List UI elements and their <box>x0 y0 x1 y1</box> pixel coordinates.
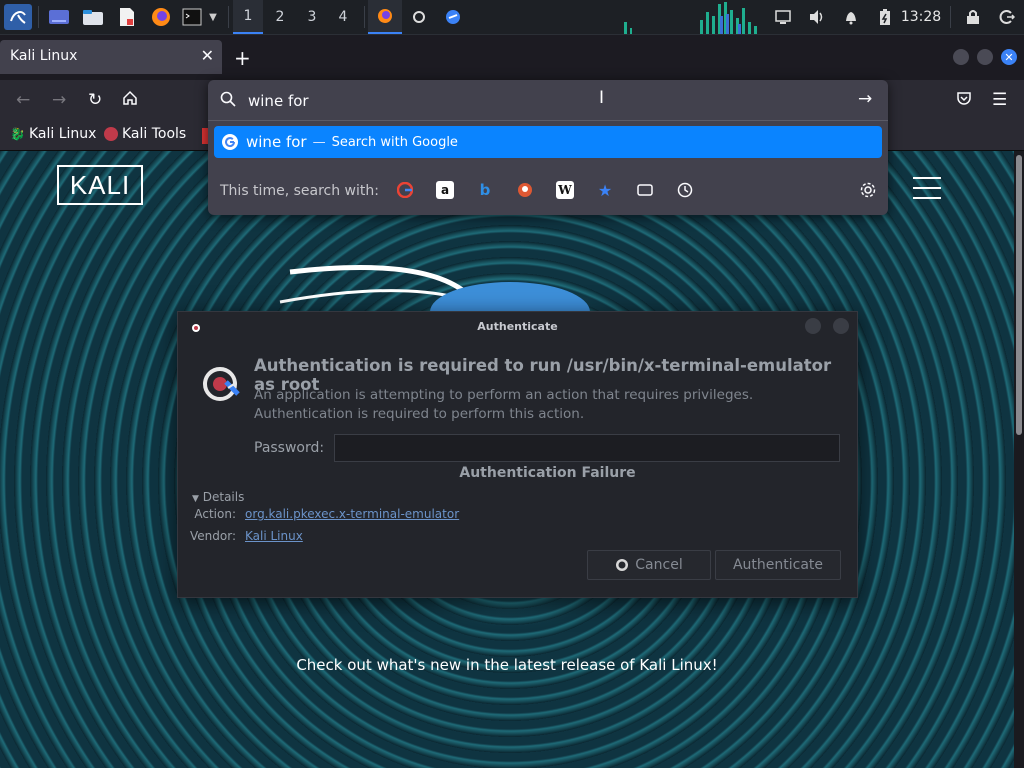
network-graph-icon <box>624 2 757 34</box>
wikipedia-icon[interactable]: W <box>556 181 574 199</box>
clock[interactable]: 13:28 <box>900 4 942 30</box>
lock-icon[interactable] <box>962 4 984 30</box>
authenticate-dialog: Authenticate Authentication is required … <box>177 311 858 598</box>
system-panel: ▼ 1 2 3 4 13:28 <box>0 0 1024 35</box>
back-arrow-icon[interactable]: ← <box>16 90 30 110</box>
dialog-description: An application is attempting to perform … <box>254 387 754 422</box>
history-icon[interactable] <box>676 181 694 199</box>
tabs-icon[interactable] <box>636 181 654 199</box>
task-app-icon[interactable] <box>440 4 466 30</box>
bookmark-label: Kali Tools <box>122 126 187 142</box>
triangle-down-icon: ▼ <box>192 494 199 504</box>
authentication-failure-message: Authentication Failure <box>459 465 636 481</box>
kali-tools-icon <box>104 127 118 141</box>
site-menu-icon[interactable] <box>913 177 941 199</box>
kali-dragon-icon: 🐉 <box>10 127 25 141</box>
home-icon[interactable] <box>122 90 138 111</box>
window-close-button[interactable]: ✕ <box>1001 49 1017 65</box>
volume-icon[interactable] <box>806 4 828 30</box>
google-icon[interactable] <box>396 181 414 199</box>
cancel-icon <box>616 559 629 571</box>
authenticate-button[interactable]: Authenticate <box>715 550 841 580</box>
firefox-icon[interactable] <box>148 4 174 30</box>
logout-icon[interactable] <box>996 4 1018 30</box>
bookmark-kali-linux[interactable]: 🐉 Kali Linux <box>10 126 96 142</box>
maximize-button[interactable] <box>977 49 993 65</box>
action-link[interactable]: org.kali.pkexec.x-terminal-emulator <box>245 507 459 521</box>
suggestion-query: wine for <box>246 133 307 151</box>
kali-menu-icon[interactable] <box>4 4 32 30</box>
workspace-1[interactable]: 1 <box>233 0 263 34</box>
amazon-icon[interactable]: a <box>436 181 454 199</box>
suggestion-action: Search with Google <box>331 134 458 150</box>
minimize-button[interactable] <box>953 49 969 65</box>
bookmark-kali-tools[interactable]: Kali Tools <box>104 126 186 142</box>
dialog-title: Authenticate <box>477 320 558 333</box>
google-icon <box>222 134 238 150</box>
dialog-minimize-button[interactable] <box>805 318 821 334</box>
close-icon[interactable]: ✕ <box>201 46 214 65</box>
details-panel: Action: org.kali.pkexec.x-terminal-emula… <box>178 507 857 547</box>
settings-gear-icon[interactable] <box>859 181 877 199</box>
release-tagline[interactable]: Check out what's new in the latest relea… <box>0 656 1014 674</box>
cancel-label: Cancel <box>635 557 683 573</box>
search-icon <box>220 91 236 107</box>
pocket-icon[interactable] <box>956 90 972 111</box>
action-label: Action: <box>194 507 236 521</box>
reload-icon[interactable]: ↻ <box>88 90 102 110</box>
tab-kali-linux[interactable]: Kali Linux ✕ <box>0 40 222 74</box>
file-manager-icon[interactable] <box>80 4 106 30</box>
url-input[interactable] <box>246 90 810 112</box>
text-cursor-icon: I <box>599 88 605 108</box>
kali-logo[interactable]: KALI <box>57 165 143 205</box>
details-label: Details <box>202 490 245 504</box>
bookmarks-icon[interactable]: ★ <box>596 181 614 200</box>
urlbar-dropdown: I → wine for — Search with Google This t… <box>208 80 888 215</box>
chevron-down-icon[interactable]: ▼ <box>206 4 220 30</box>
vendor-link[interactable]: Kali Linux <box>245 529 303 543</box>
battery-icon[interactable] <box>874 4 896 30</box>
display-icon[interactable] <box>772 4 794 30</box>
workspace-4[interactable]: 4 <box>328 0 358 34</box>
authentication-icon <box>203 367 240 401</box>
text-editor-icon[interactable] <box>114 4 140 30</box>
authenticate-label: Authenticate <box>732 557 824 573</box>
suggestion-separator: — <box>312 134 326 150</box>
cancel-button[interactable]: Cancel <box>587 550 711 580</box>
workspace-2[interactable]: 2 <box>265 0 295 34</box>
new-tab-button[interactable]: + <box>234 46 251 70</box>
password-input[interactable] <box>334 434 840 462</box>
vendor-label: Vendor: <box>190 529 236 543</box>
details-expander[interactable]: ▼ Details <box>192 490 244 504</box>
show-desktop-icon[interactable] <box>46 4 72 30</box>
scrollbar-thumb[interactable] <box>1016 155 1022 435</box>
go-arrow-icon[interactable]: → <box>858 89 872 109</box>
duckduckgo-icon[interactable] <box>516 181 534 199</box>
bing-icon[interactable]: b <box>476 181 494 199</box>
notifications-icon[interactable] <box>840 4 862 30</box>
search-with-label: This time, search with: <box>220 183 379 199</box>
terminal-icon[interactable] <box>180 4 204 30</box>
task-auth-icon[interactable] <box>406 4 432 30</box>
forward-arrow-icon[interactable]: → <box>52 90 66 110</box>
password-label: Password: <box>254 440 325 456</box>
task-firefox[interactable] <box>368 0 402 34</box>
menu-icon[interactable]: ☰ <box>992 90 1007 110</box>
dialog-close-button[interactable] <box>833 318 849 334</box>
workspace-3[interactable]: 3 <box>297 0 327 34</box>
bookmark-label: Kali Linux <box>28 126 97 142</box>
tab-title: Kali Linux <box>10 48 78 64</box>
search-suggestion[interactable]: wine for — Search with Google <box>214 126 882 158</box>
